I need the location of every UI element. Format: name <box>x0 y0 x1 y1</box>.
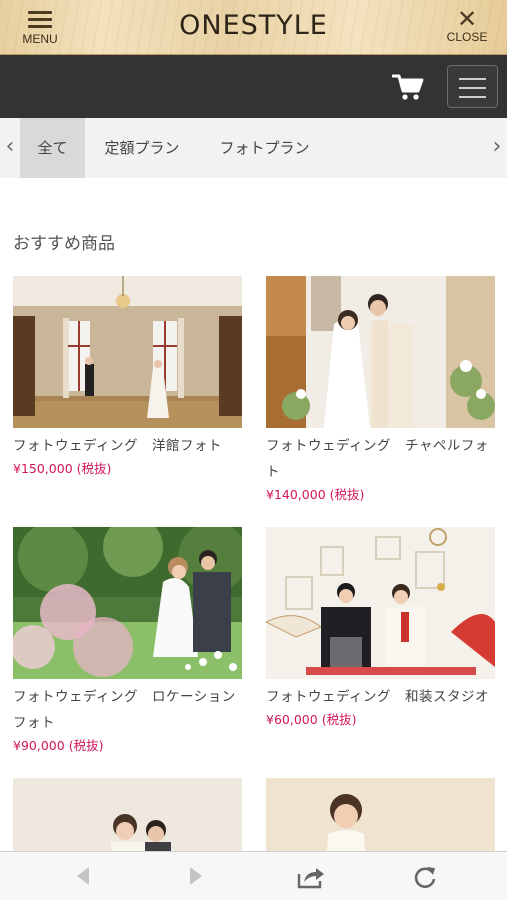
product-price: ¥150,000 (税抜) <box>13 461 112 476</box>
product-image[interactable] <box>266 276 495 428</box>
page: MENU ONESTYLE ✕ CLOSE ‹ 全て 定額プラン フォトプラン … <box>0 0 507 900</box>
product-price: ¥60,000 (税抜) <box>266 712 357 727</box>
chevron-left-icon[interactable]: ‹ <box>0 134 20 159</box>
tab-photo-plan[interactable]: フォトプラン <box>207 118 322 178</box>
forward-icon[interactable] <box>186 864 206 888</box>
close-button[interactable]: ✕ CLOSE <box>443 5 491 50</box>
nav-bar <box>0 55 507 118</box>
brand-logo[interactable]: ONESTYLE <box>0 10 507 41</box>
back-icon[interactable] <box>73 864 93 888</box>
product-image[interactable] <box>13 527 242 679</box>
cart-icon[interactable] <box>392 72 424 102</box>
chevron-right-icon[interactable]: › <box>487 134 507 159</box>
product-price: ¥90,000 (税抜) <box>13 738 104 753</box>
close-label: CLOSE <box>446 30 488 44</box>
reload-icon[interactable] <box>412 864 438 890</box>
product-title[interactable]: フォトウェディング 洋館フォト <box>13 433 242 459</box>
hamburger-button[interactable] <box>447 65 498 108</box>
share-icon[interactable] <box>296 864 326 890</box>
close-icon: ✕ <box>456 5 478 33</box>
product-title[interactable]: フォトウェディング 和装スタジオ <box>266 684 495 710</box>
product-card[interactable]: フォトウェディング チャペルフォト ¥140,000 (税抜) <box>266 276 495 505</box>
product-image[interactable] <box>266 527 495 679</box>
section-title: おすすめ商品 <box>13 234 115 254</box>
product-title[interactable]: フォトウェディング ロケーションフォト <box>13 684 242 736</box>
product-title[interactable]: フォトウェディング チャペルフォト <box>266 433 495 485</box>
browser-toolbar <box>0 851 507 900</box>
product-card[interactable]: フォトウェディング ロケーションフォト ¥90,000 (税抜) <box>13 527 242 756</box>
product-image[interactable] <box>13 276 242 428</box>
product-card[interactable]: フォトウェディング 洋館フォト ¥150,000 (税抜) <box>13 276 242 479</box>
tab-fixed-plan[interactable]: 定額プラン <box>92 118 192 178</box>
category-tabs: ‹ 全て 定額プラン フォトプラン › <box>0 118 507 178</box>
product-price: ¥140,000 (税抜) <box>266 487 365 502</box>
top-header: MENU ONESTYLE ✕ CLOSE <box>0 0 507 55</box>
product-card[interactable]: フォトウェディング 和装スタジオ ¥60,000 (税抜) <box>266 527 495 730</box>
tab-all[interactable]: 全て <box>20 118 85 178</box>
